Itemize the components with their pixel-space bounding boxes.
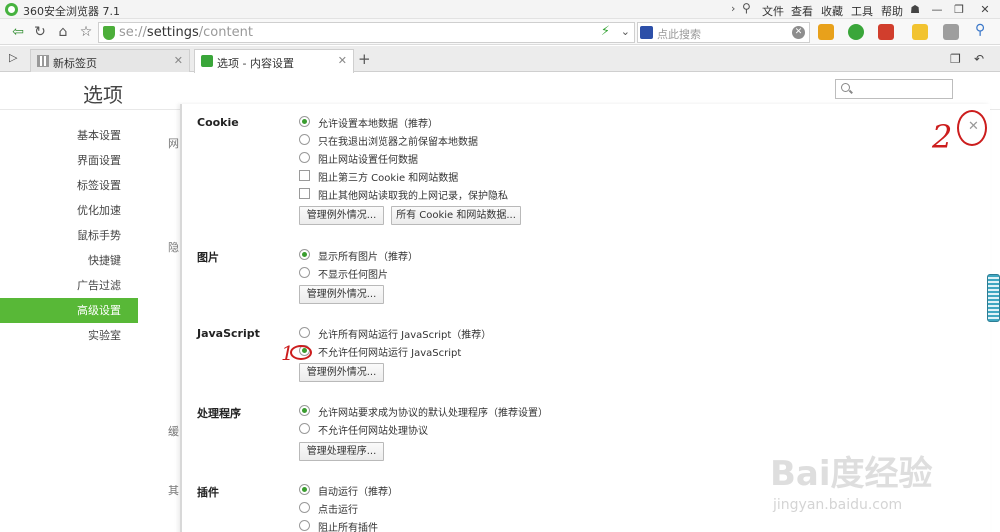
background-section-label: 网 [168, 137, 179, 150]
screenshot-icon[interactable] [943, 24, 959, 40]
address-text: se://settings/content [119, 25, 253, 40]
maximize-button[interactable]: ❐ [948, 0, 970, 19]
radio-button[interactable] [299, 134, 310, 145]
notes-icon[interactable] [912, 24, 928, 40]
tab-label: 新标签页 [53, 57, 97, 70]
window-title: 360安全浏览器 7.1 [23, 5, 120, 18]
refresh-icon[interactable]: ↻ [30, 22, 50, 42]
search-icon [841, 83, 850, 92]
minimize-button[interactable]: — [926, 0, 948, 19]
sidebar-item-mouse-gesture[interactable]: 鼠标手势 [0, 223, 138, 248]
sidebar-item-tabs[interactable]: 标签设置 [0, 173, 138, 198]
section-title-plugins: 插件 [197, 486, 219, 499]
section-title-cookie: Cookie [197, 116, 239, 129]
address-bar[interactable]: se://settings/content ⚡ ⌄ [98, 22, 635, 43]
scrollbar-handle[interactable] [987, 274, 1000, 322]
close-window-button[interactable]: ✕ [970, 0, 1000, 19]
title-bar: 360安全浏览器 7.1 › ⚲ 文件 查看 收藏 工具 帮助 ☗ — ❐ ✕ [0, 0, 1000, 19]
sidebar-item-lab[interactable]: 实验室 [0, 323, 138, 348]
sidebar-item-basic[interactable]: 基本设置 [0, 123, 138, 148]
search-box[interactable]: 点此搜索 ✕ [637, 22, 810, 43]
sidebar-item-adblock[interactable]: 广告过滤 [0, 273, 138, 298]
back-arrow-icon[interactable]: ⇦ [8, 22, 28, 42]
all-cookies-button[interactable]: 所有 Cookie 和网站数据... [391, 206, 521, 225]
javascript-manage-exceptions-button[interactable]: 管理例外情况... [299, 363, 384, 382]
navigation-toolbar: ⇦ ↻ ⌂ ☆ se://settings/content ⚡ ⌄ 点此搜索 ✕… [0, 19, 1000, 45]
sidebar-item-interface[interactable]: 界面设置 [0, 148, 138, 173]
new-tab-plus-icon[interactable]: + [358, 50, 371, 68]
settings-wrench-icon [201, 55, 213, 67]
search-placeholder: 点此搜索 [657, 28, 701, 41]
radio-button[interactable] [299, 502, 310, 513]
search-clear-icon[interactable]: ✕ [792, 26, 805, 39]
annotation-number-two: 2 [932, 118, 953, 156]
watermark-url: jingyan.baidu.com [773, 497, 903, 513]
menu-favorites[interactable]: 收藏 [821, 3, 843, 19]
speed-mode-icon[interactable]: ⚡ [601, 24, 610, 39]
chevron-down-icon[interactable]: ⌄ [621, 25, 630, 38]
tab-new-tab[interactable]: 新标签页 ✕ [30, 49, 190, 72]
tab-content-settings[interactable]: 选项 - 内容设置 ✕ [194, 49, 354, 73]
radio-button[interactable] [299, 249, 310, 260]
menu-help[interactable]: 帮助 [881, 3, 903, 19]
grid-icon [37, 55, 49, 67]
radio-button[interactable] [299, 484, 310, 495]
section-title-handlers: 处理程序 [197, 407, 241, 420]
user-icon[interactable]: ⚲ [742, 1, 751, 15]
radio-button[interactable] [299, 267, 310, 278]
radio-button[interactable] [299, 152, 310, 163]
background-section-label: 隐 [168, 241, 179, 254]
section-title-javascript: JavaScript [197, 327, 260, 340]
watermark-logo: Bai度经验 [770, 454, 933, 494]
apps-icon[interactable] [818, 24, 834, 40]
tab-close-icon[interactable]: ✕ [174, 54, 183, 67]
radio-button[interactable] [299, 116, 310, 127]
checkbox[interactable] [299, 170, 310, 181]
pdf-icon[interactable] [878, 24, 894, 40]
settings-search-input[interactable] [835, 79, 953, 99]
sidebar-toggle-icon[interactable]: ▷ [9, 51, 17, 64]
page-title: 选项 [83, 83, 123, 107]
undo-close-icon[interactable]: ↶ [974, 52, 984, 66]
sidebar-item-optimize[interactable]: 优化加速 [0, 198, 138, 223]
restore-tabs-icon[interactable]: ❐ [950, 52, 961, 66]
browser-logo-icon [5, 3, 18, 16]
skin-icon[interactable]: ☗ [904, 0, 926, 19]
settings-sidebar: 基本设置 界面设置 标签设置 优化加速 鼠标手势 快捷键 广告过滤 高级设置 实… [0, 123, 138, 348]
magnifier-icon[interactable]: ⚲ [975, 22, 991, 38]
section-title-images: 图片 [197, 251, 219, 264]
background-section-label: 其 [168, 484, 179, 497]
annotation-circle-close [957, 110, 987, 146]
menu-tools[interactable]: 工具 [851, 3, 873, 19]
menu-file[interactable]: 文件 [762, 3, 784, 19]
sidebar-item-advanced[interactable]: 高级设置 [0, 298, 138, 323]
radio-button[interactable] [299, 423, 310, 434]
manage-handlers-button[interactable]: 管理处理程序... [299, 442, 384, 461]
radio-button[interactable] [299, 405, 310, 416]
safe-guard-icon[interactable] [848, 24, 864, 40]
checkbox[interactable] [299, 188, 310, 199]
window-controls: ☗ — ❐ ✕ [904, 0, 1000, 19]
cookie-manage-exceptions-button[interactable]: 管理例外情况... [299, 206, 384, 225]
star-icon[interactable]: ☆ [76, 22, 96, 42]
annotation-circle-radio [290, 345, 312, 360]
tab-label: 选项 - 内容设置 [217, 57, 294, 70]
security-shield-icon [103, 26, 115, 40]
menu-nav-arrow-icon[interactable]: › [731, 2, 735, 15]
tab-close-icon[interactable]: ✕ [338, 54, 347, 67]
radio-button[interactable] [299, 327, 310, 338]
radio-button[interactable] [299, 520, 310, 531]
sidebar-item-shortcuts[interactable]: 快捷键 [0, 248, 138, 273]
search-engine-icon[interactable] [640, 26, 653, 39]
images-manage-exceptions-button[interactable]: 管理例外情况... [299, 285, 384, 304]
menu-view[interactable]: 查看 [791, 3, 813, 19]
home-icon[interactable]: ⌂ [53, 22, 73, 42]
tab-bar: ▷ 新标签页 ✕ 选项 - 内容设置 ✕ + ❐ ↶ [0, 46, 1000, 73]
background-section-label: 缓 [168, 425, 179, 438]
